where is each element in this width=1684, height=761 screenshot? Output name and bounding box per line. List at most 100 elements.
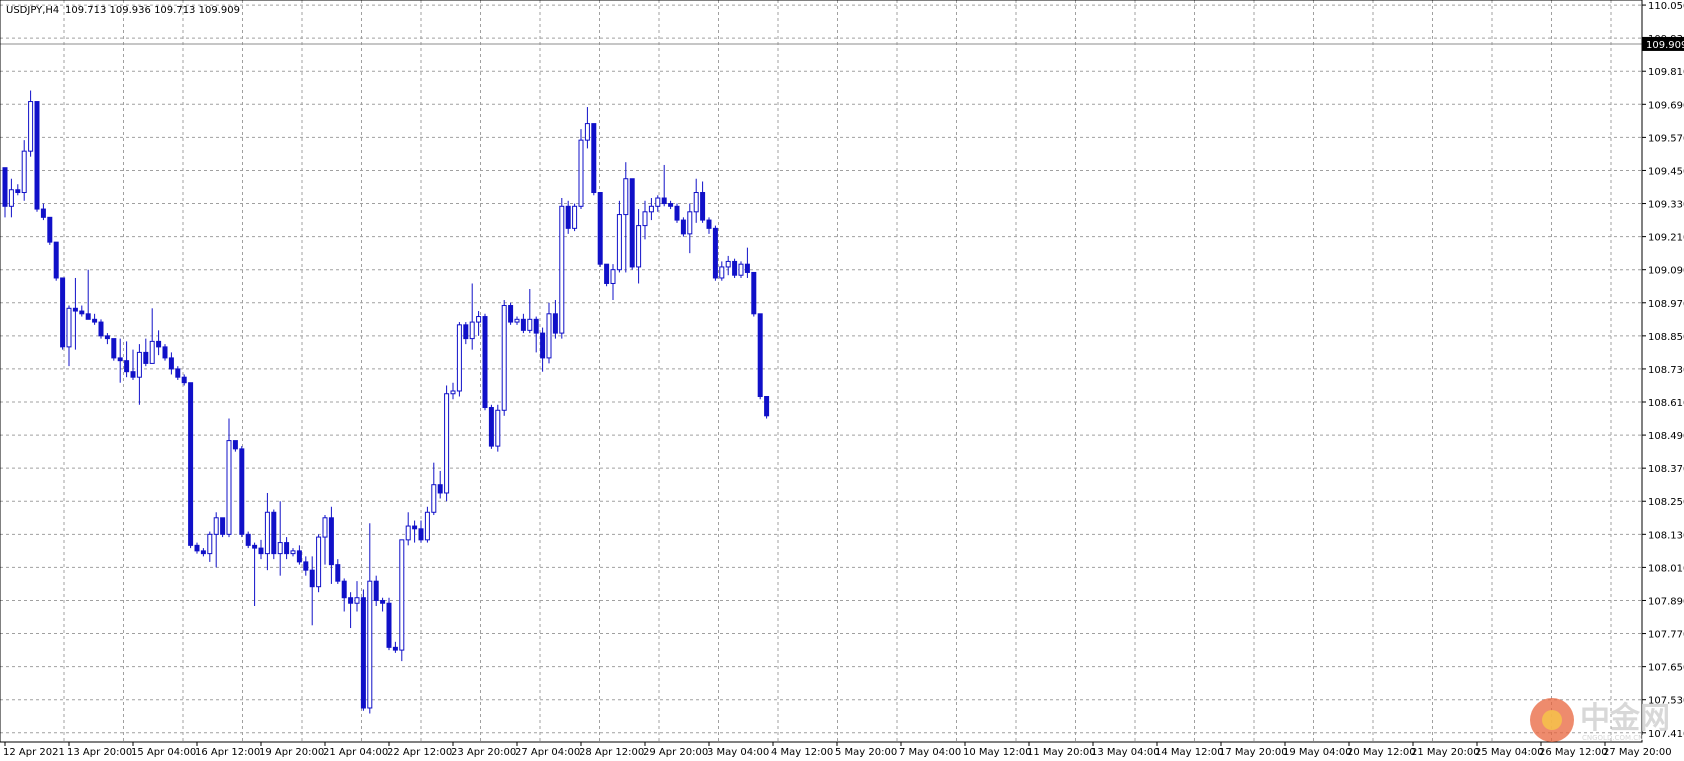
candle-body bbox=[444, 393, 450, 494]
candle-body bbox=[92, 318, 98, 323]
candle-body bbox=[655, 197, 661, 207]
candle-body bbox=[744, 263, 750, 273]
candle-body bbox=[623, 178, 629, 216]
candle-body bbox=[380, 599, 386, 604]
candle bbox=[168, 352, 174, 375]
x-tick-label: 11 May 20:00 bbox=[1027, 747, 1096, 758]
candle bbox=[764, 395, 770, 419]
candle bbox=[367, 523, 373, 714]
candle bbox=[725, 255, 731, 276]
candle-body bbox=[706, 219, 712, 229]
candle-body bbox=[156, 340, 162, 348]
candle-body bbox=[367, 580, 373, 709]
candle-body bbox=[194, 544, 200, 552]
candle bbox=[130, 349, 136, 380]
candle bbox=[495, 404, 501, 452]
candle bbox=[181, 374, 187, 386]
watermark-text: 中金网 bbox=[1580, 701, 1670, 736]
x-tick-label: 5 May 20:00 bbox=[835, 747, 897, 758]
candle-body bbox=[104, 335, 110, 340]
candle bbox=[719, 261, 725, 281]
x-tick-label: 15 Apr 04:00 bbox=[131, 747, 196, 758]
candle-body bbox=[488, 407, 494, 447]
candle bbox=[386, 597, 392, 651]
x-tick-label: 10 May 12:00 bbox=[963, 747, 1032, 758]
x-tick-label: 19 Apr 20:00 bbox=[259, 747, 324, 758]
candle-body bbox=[648, 205, 654, 213]
candle-body bbox=[335, 564, 341, 582]
candle bbox=[674, 203, 680, 223]
candle-body bbox=[232, 440, 238, 450]
candle bbox=[40, 203, 46, 221]
candle bbox=[642, 200, 648, 240]
candle bbox=[271, 509, 277, 560]
candle-body bbox=[514, 318, 520, 323]
candle bbox=[124, 341, 130, 378]
candle bbox=[514, 316, 520, 325]
candle-body bbox=[143, 351, 149, 364]
candle-body bbox=[508, 305, 514, 323]
candle-body bbox=[463, 324, 469, 340]
candle-body bbox=[149, 340, 155, 364]
candle bbox=[380, 597, 386, 612]
candle-body bbox=[456, 324, 462, 392]
candle bbox=[482, 313, 488, 411]
candle-body bbox=[226, 440, 232, 535]
price-chart[interactable]: 110.050109.930109.810109.690109.570109.4… bbox=[0, 0, 1684, 761]
watermark-subtext: CNGOLD.COM.CN bbox=[1582, 734, 1643, 742]
candle-body bbox=[392, 646, 398, 651]
x-tick-label: 21 May 20:00 bbox=[1411, 747, 1480, 758]
candle bbox=[66, 305, 72, 367]
watermark: 中金网 CNGOLD.COM.CN bbox=[1530, 698, 1670, 742]
candle bbox=[104, 333, 110, 345]
candle bbox=[450, 382, 456, 400]
candle bbox=[60, 277, 66, 350]
candle-body bbox=[559, 205, 565, 334]
candle bbox=[194, 542, 200, 554]
candle bbox=[616, 200, 622, 273]
candle-body bbox=[47, 216, 53, 243]
y-tick-label: 107.770 bbox=[1648, 630, 1684, 641]
x-tick-label: 19 May 04:00 bbox=[1283, 747, 1352, 758]
candle bbox=[572, 203, 578, 232]
candle bbox=[706, 217, 712, 234]
candle-body bbox=[591, 123, 597, 194]
candle bbox=[239, 446, 245, 538]
y-tick-label: 108.250 bbox=[1648, 497, 1684, 508]
y-tick-label: 109.450 bbox=[1648, 166, 1684, 177]
y-tick-label: 108.370 bbox=[1648, 464, 1684, 475]
candle bbox=[732, 258, 738, 278]
time-axis: 12 Apr 2021 13 Apr 20:0015 Apr 04:0016 Ap… bbox=[3, 742, 1672, 758]
y-tick-label: 108.490 bbox=[1648, 431, 1684, 442]
candle-body bbox=[629, 178, 635, 268]
y-tick-label: 108.850 bbox=[1648, 332, 1684, 343]
x-tick-label: 17 May 20:00 bbox=[1219, 747, 1288, 758]
x-tick-label: 16 Apr 12:00 bbox=[195, 747, 260, 758]
candle bbox=[757, 313, 763, 400]
candle bbox=[488, 404, 494, 449]
y-tick-label: 108.970 bbox=[1648, 299, 1684, 310]
x-tick-label: 7 May 04:00 bbox=[899, 747, 961, 758]
candle-body bbox=[136, 351, 142, 378]
candle bbox=[156, 330, 162, 356]
candle bbox=[28, 90, 34, 157]
candle bbox=[431, 462, 437, 516]
candle-body bbox=[616, 214, 622, 271]
candle-body bbox=[348, 597, 354, 604]
candle-body bbox=[712, 227, 718, 279]
y-tick-label: 108.130 bbox=[1648, 530, 1684, 541]
y-tick-label: 109.690 bbox=[1648, 100, 1684, 111]
y-tick-label: 109.330 bbox=[1648, 200, 1684, 211]
candle-body bbox=[565, 205, 571, 229]
candle bbox=[200, 548, 206, 557]
candle-body bbox=[316, 536, 322, 588]
candle bbox=[290, 548, 296, 557]
candle-body bbox=[284, 542, 290, 555]
y-tick-label: 108.010 bbox=[1648, 563, 1684, 574]
candle-body bbox=[412, 525, 418, 530]
candle-body bbox=[450, 390, 456, 395]
candle bbox=[373, 575, 379, 606]
y-tick-label: 107.650 bbox=[1648, 663, 1684, 674]
candle bbox=[213, 512, 219, 568]
candle bbox=[72, 277, 78, 350]
